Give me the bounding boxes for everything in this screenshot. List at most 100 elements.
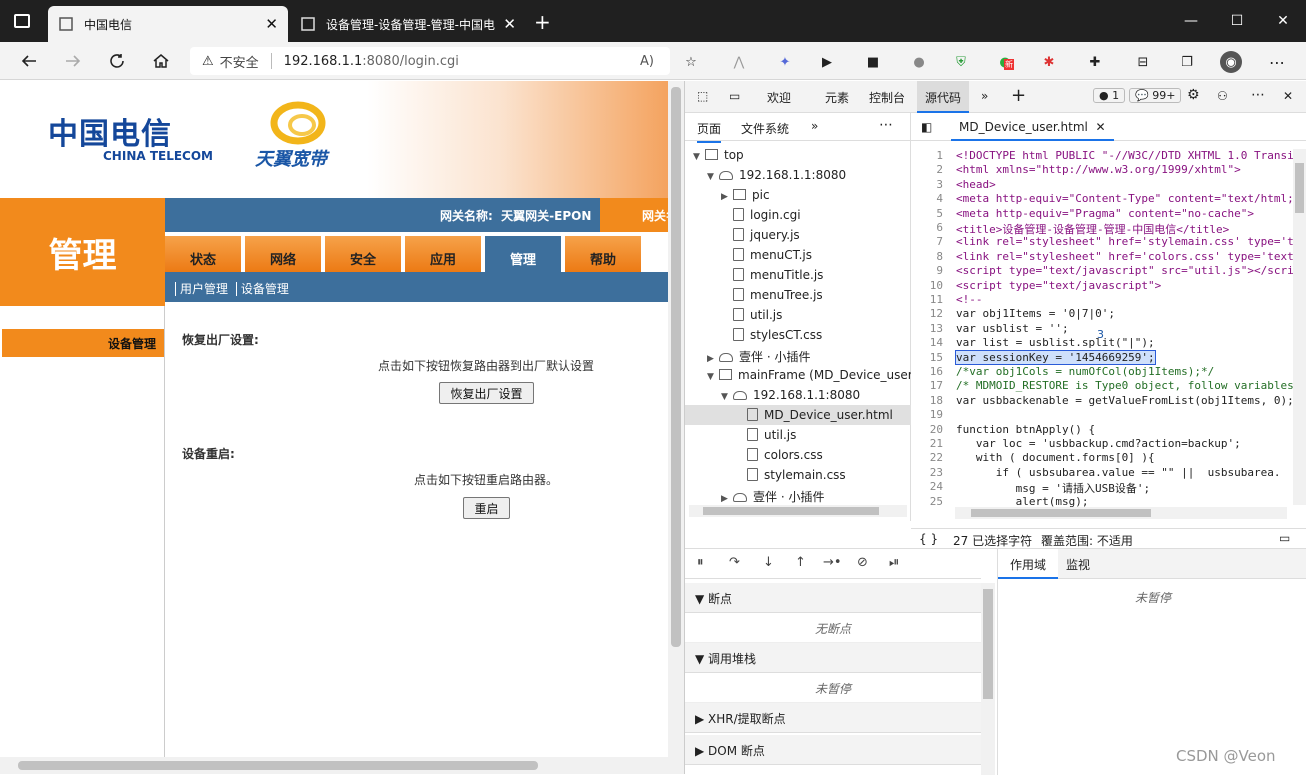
step-into-icon[interactable]: ↓ <box>763 555 774 570</box>
tree-item[interactable]: stylemain.css <box>685 465 911 485</box>
line-number[interactable]: 22 <box>911 451 949 464</box>
restore-factory-button[interactable]: 恢复出厂设置 <box>439 382 534 404</box>
line-number[interactable]: 20 <box>911 423 949 436</box>
tree-item[interactable]: ▶ pic <box>685 185 911 205</box>
line-number[interactable]: 25 <box>911 495 949 508</box>
triangle-down-icon[interactable]: ▼ <box>721 392 733 402</box>
read-aloud-icon[interactable]: A) <box>640 54 654 69</box>
debugger-section-header[interactable]: ▼ 调用堆栈 <box>685 643 981 673</box>
extension-star-icon[interactable]: ✦ <box>774 51 796 73</box>
line-number[interactable]: 5 <box>911 207 949 220</box>
page-vertical-scrollbar[interactable] <box>668 81 684 757</box>
line-number[interactable]: 12 <box>911 307 949 320</box>
collections-icon[interactable]: ⊟ <box>1132 51 1154 73</box>
tree-item[interactable]: MD_Device_user.html <box>685 405 911 425</box>
line-number[interactable]: 21 <box>911 437 949 450</box>
tree-item[interactable]: util.js <box>685 425 911 445</box>
pause-icon[interactable]: ⏸ <box>697 555 704 570</box>
tree-item[interactable]: menuTitle.js <box>685 265 911 285</box>
code-line[interactable]: var usblist = ''; <box>956 322 1069 335</box>
code-line[interactable]: alert(msg); <box>956 495 1089 508</box>
scope-tab-scope[interactable]: 作用域 <box>998 549 1059 579</box>
nav-tab-management[interactable]: 管理 <box>485 236 563 272</box>
sidebar-item-device-management[interactable]: 设备管理 <box>2 329 164 357</box>
line-number[interactable]: 15 <box>911 351 949 364</box>
navigator-h-scrollbar[interactable] <box>689 505 907 517</box>
code-line[interactable]: <html xmlns="http://www.w3.org/1999/xhtm… <box>956 163 1241 176</box>
settings-gear-icon[interactable]: ⚙ <box>1187 87 1200 103</box>
devtools-tab-elements[interactable]: 元素 <box>825 89 849 106</box>
copy-icon[interactable]: ❐ <box>1176 51 1198 73</box>
tree-item[interactable]: ▼ top <box>685 145 911 165</box>
close-tab-icon[interactable]: ✕ <box>265 16 278 32</box>
line-number[interactable]: 10 <box>911 279 949 292</box>
step-icon[interactable]: →• <box>823 555 842 570</box>
extension-wechat-icon[interactable]: ●新 <box>994 51 1016 73</box>
profile-avatar[interactable]: ◉ <box>1220 51 1242 73</box>
line-number[interactable]: 14 <box>911 336 949 349</box>
navigator-more-icon[interactable]: » <box>811 119 818 133</box>
code-line[interactable]: <head> <box>956 178 996 191</box>
line-number[interactable]: 18 <box>911 394 949 407</box>
code-line[interactable]: var usbbackenable = getValueFromList(obj… <box>956 394 1294 407</box>
devtools-tab-sources[interactable]: 源代码 <box>917 81 970 113</box>
triangle-down-icon[interactable]: ▼ <box>707 372 719 382</box>
tree-item[interactable]: menuTree.js <box>685 285 911 305</box>
code-line[interactable]: <link rel="stylesheet" href='stylemain.c… <box>956 235 1294 248</box>
extensions-puzzle-icon[interactable]: ✚ <box>1084 51 1106 73</box>
line-number[interactable]: 9 <box>911 264 949 277</box>
browser-tab-1[interactable]: 中国电信 ✕ <box>48 6 288 42</box>
extension-color-icon[interactable]: ✱ <box>1038 51 1060 73</box>
line-number[interactable]: 6 <box>911 221 949 234</box>
step-over-icon[interactable]: ↷ <box>729 555 740 570</box>
editor-v-scrollbar[interactable] <box>1293 149 1306 505</box>
line-number[interactable]: 2 <box>911 163 949 176</box>
code-line[interactable]: with ( document.forms[0] ){ <box>956 451 1155 464</box>
back-button[interactable] <box>14 47 44 75</box>
navigator-tab-filesystem[interactable]: 文件系统 <box>741 120 789 137</box>
tree-item[interactable]: colors.css <box>685 445 911 465</box>
page-horizontal-scrollbar[interactable] <box>0 757 684 774</box>
tree-item[interactable]: menuCT.js <box>685 245 911 265</box>
scope-tab-watch[interactable]: 监视 <box>1066 556 1090 573</box>
nav-tab-status[interactable]: 状态 <box>165 236 243 272</box>
nav-tab-network[interactable]: 网络 <box>245 236 323 272</box>
extension-a-icon[interactable]: ⋀ <box>728 51 750 73</box>
nav-tab-help[interactable]: 帮助 <box>565 236 643 272</box>
code-line[interactable]: <meta http-equiv="Pragma" content="no-ca… <box>956 207 1254 220</box>
refresh-button[interactable] <box>102 47 132 75</box>
line-number[interactable]: 16 <box>911 365 949 378</box>
browser-tab-2[interactable]: 设备管理-设备管理-管理-中国电 ✕ <box>290 6 526 42</box>
triangle-right-icon[interactable]: ▶ <box>721 494 733 504</box>
code-line[interactable]: <!DOCTYPE html PUBLIC "-//W3C//DTD XHTML… <box>956 149 1294 162</box>
line-number[interactable]: 23 <box>911 466 949 479</box>
forward-button[interactable] <box>58 47 88 75</box>
tree-item[interactable]: ▼ 192.168.1.1:8080 <box>685 165 911 185</box>
extension-game-icon[interactable]: ■ <box>862 51 884 73</box>
line-number[interactable]: 13 <box>911 322 949 335</box>
address-bar[interactable]: ⚠ 不安全 192.168.1.1 :8080/login.cgi A) <box>190 47 670 75</box>
tree-item[interactable]: stylesCT.css <box>685 325 911 345</box>
code-line[interactable]: <script type="text/javascript" src="util… <box>956 264 1294 277</box>
navigator-menu-icon[interactable]: ⋯ <box>879 117 893 133</box>
devtools-close-icon[interactable]: ✕ <box>1283 89 1293 103</box>
tree-item[interactable]: ▼ mainFrame (MD_Device_user.htm <box>685 365 911 385</box>
debugger-section-header[interactable]: ▶ DOM 断点 <box>685 735 981 765</box>
code-line[interactable]: /* MDMOID_RESTORE is Type0 object, follo… <box>956 379 1294 392</box>
triangle-right-icon[interactable]: ▶ <box>721 192 733 202</box>
customize-icon[interactable]: ⚇ <box>1217 89 1228 103</box>
code-line[interactable]: /*var obj1Cols = numOfCol(obj1Items);*/ <box>956 365 1214 378</box>
close-file-icon[interactable]: ✕ <box>1096 120 1106 134</box>
devtools-tab-welcome[interactable]: 欢迎 <box>767 89 791 106</box>
extension-play-icon[interactable]: ▶ <box>816 51 838 73</box>
home-button[interactable] <box>146 47 176 75</box>
message-count-badge[interactable]: 💬 99+ <box>1129 88 1182 103</box>
tree-item[interactable]: util.js <box>685 305 911 325</box>
debugger-section-header[interactable]: ▶ XHR/提取断点 <box>685 703 981 733</box>
debugger-section-header[interactable]: ▼ 断点 <box>685 583 981 613</box>
subnav-user-management[interactable]: 用户管理 <box>180 282 228 296</box>
tree-item[interactable]: ▶ 壹伴 · 小插件 <box>685 345 911 365</box>
code-line[interactable]: var obj1Items = '0|7|0'; <box>956 307 1115 320</box>
code-line[interactable]: function btnApply() { <box>956 423 1095 436</box>
triangle-down-icon[interactable]: ▼ <box>693 152 705 162</box>
